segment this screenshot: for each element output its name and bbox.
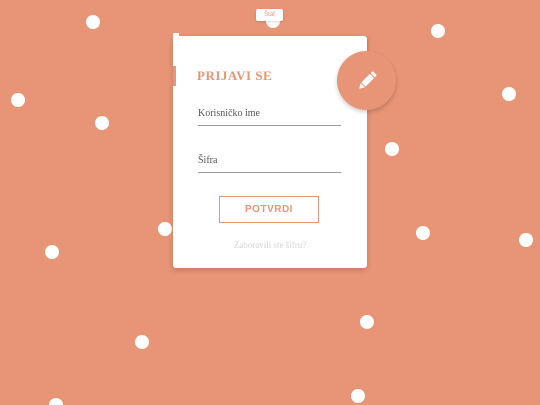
password-label: Šifra bbox=[198, 155, 218, 166]
background-dot bbox=[519, 233, 533, 247]
background-dot bbox=[158, 222, 172, 236]
background-dot bbox=[351, 389, 365, 403]
background-dot bbox=[135, 335, 149, 349]
background-dot bbox=[360, 315, 374, 329]
background-dot bbox=[385, 142, 399, 156]
title-accent-bar bbox=[173, 66, 176, 86]
username-label: Korisničko ime bbox=[198, 108, 260, 119]
background-dot bbox=[95, 116, 109, 130]
background-dot bbox=[86, 15, 100, 29]
top-tag: Štáf bbox=[256, 9, 283, 21]
pencil-icon bbox=[358, 71, 376, 89]
login-title: PRIJAVI SE bbox=[197, 68, 273, 83]
background-dot bbox=[502, 87, 516, 101]
submit-button[interactable]: POTVRDI bbox=[219, 196, 319, 223]
forgot-password-link[interactable]: Zaboravili ste šifru? bbox=[173, 240, 367, 250]
username-field[interactable]: Korisničko ime bbox=[198, 108, 341, 126]
background-dot bbox=[11, 93, 25, 107]
background-dot bbox=[431, 24, 445, 38]
background-dot bbox=[49, 398, 63, 405]
background-dot bbox=[45, 245, 59, 259]
password-field[interactable]: Šifra bbox=[198, 155, 341, 173]
edit-button[interactable] bbox=[337, 51, 396, 110]
background-dot bbox=[416, 226, 430, 240]
